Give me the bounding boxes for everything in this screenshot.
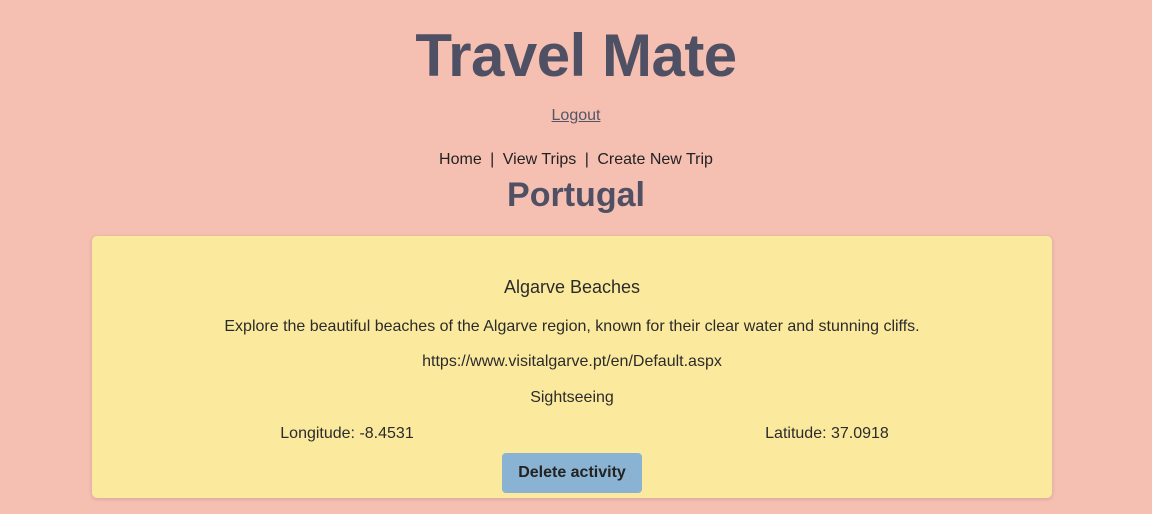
- logout-link[interactable]: Logout: [552, 107, 601, 124]
- activity-url: https://www.visitalgarve.pt/en/Default.a…: [422, 353, 722, 370]
- logout-container: Logout: [0, 106, 1152, 126]
- nav-separator: |: [490, 151, 495, 168]
- page-title: Portugal: [507, 176, 645, 214]
- activity-description: Explore the beautiful beaches of the Alg…: [224, 318, 920, 335]
- activity-name: Algarve Beaches: [503, 277, 641, 297]
- app-title: Travel Mate: [415, 22, 737, 89]
- activity-longitude: Longitude: -8.4531: [280, 425, 414, 442]
- nav-home-link[interactable]: Home: [439, 151, 482, 168]
- nav-create-trip-link[interactable]: Create New Trip: [597, 151, 713, 168]
- nav-view-trips-link[interactable]: View Trips: [503, 151, 577, 168]
- activity-coordinates: Longitude: -8.4531 Latitude: 37.0918: [92, 424, 1052, 444]
- activity-card: Algarve Beaches Explore the beautiful be…: [92, 236, 1052, 498]
- main-nav: Home | View Trips | Create New Trip: [0, 150, 1152, 170]
- activity-category: Sightseeing: [530, 389, 614, 406]
- delete-activity-button[interactable]: Delete activity: [502, 453, 642, 493]
- activity-latitude: Latitude: 37.0918: [765, 425, 889, 442]
- nav-separator: |: [584, 151, 589, 168]
